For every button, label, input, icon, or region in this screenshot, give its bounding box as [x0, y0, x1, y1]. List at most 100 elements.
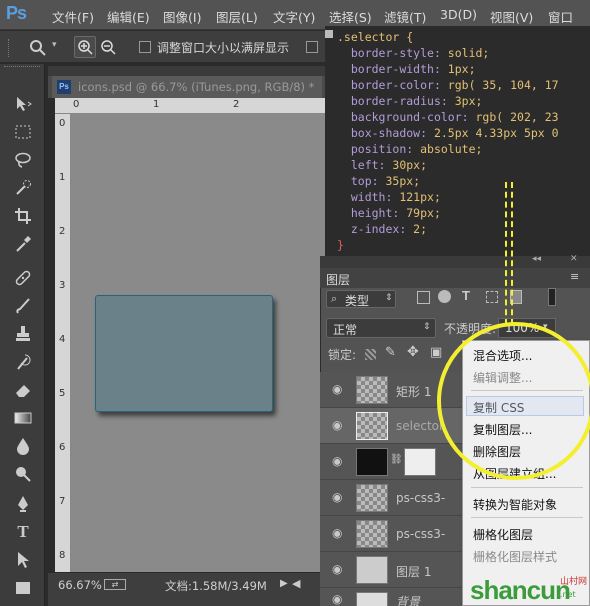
dodge-tool-icon[interactable] — [11, 462, 35, 486]
code-value: 2.5px 4.33px 5px 0 — [433, 126, 559, 140]
visibility-eye-icon[interactable]: ◉ — [332, 592, 342, 606]
dropdown-arrow-icon: ⇕ — [423, 322, 431, 332]
document-tab[interactable]: Ps icons.psd @ 66.7% (iTunes.png, RGB/8)… — [52, 76, 322, 98]
lock-position-icon[interactable]: ✥ — [407, 344, 419, 360]
layer-name: 背景 — [396, 595, 421, 606]
fit-window-label: 调整窗口大小以满屏显示 — [157, 41, 290, 55]
visibility-eye-icon[interactable]: ◉ — [332, 526, 342, 540]
filter-adjustment-icon[interactable] — [438, 290, 451, 303]
zoom-tool-icon[interactable] — [26, 36, 48, 58]
menu-type[interactable]: 文字(Y) — [273, 7, 315, 26]
code-property: border-radius: — [350, 94, 455, 108]
code-line: height: 79px; — [337, 205, 590, 221]
marquee-tool-icon[interactable] — [11, 120, 35, 144]
visibility-eye-icon[interactable]: ◉ — [332, 562, 342, 576]
code-line: background-color: rgb( 202, 23 — [337, 109, 590, 125]
path-selection-tool-icon[interactable] — [11, 548, 35, 572]
menu-view[interactable]: 视图(V) — [490, 7, 533, 26]
code-line: border-radius: 3px; — [337, 93, 590, 109]
panel-menu-icon[interactable]: ≡ — [570, 270, 579, 283]
filter-toggle-icon[interactable] — [548, 288, 556, 306]
visibility-eye-icon[interactable]: ◉ — [332, 454, 342, 468]
brush-tool-icon[interactable] — [11, 294, 35, 318]
clone-stamp-tool-icon[interactable] — [11, 322, 35, 346]
code-value: solid; — [447, 46, 490, 60]
tools-grip[interactable] — [4, 66, 40, 72]
code-property: top: — [350, 174, 386, 188]
code-property: position: — [350, 142, 421, 156]
close-panel-icon[interactable]: ✕ — [570, 254, 578, 264]
history-brush-tool-icon[interactable] — [11, 350, 35, 374]
layer-thumbnail — [356, 556, 388, 584]
watermark-sub: .net — [560, 590, 576, 599]
menu-file[interactable]: 文件(F) — [52, 7, 94, 26]
eraser-tool-icon[interactable] — [11, 378, 35, 402]
menu-3d[interactable]: 3D(D) — [440, 7, 477, 22]
zoom-level[interactable]: 66.67% — [58, 578, 102, 592]
healing-brush-tool-icon[interactable] — [11, 266, 35, 290]
grip-handle[interactable] — [8, 39, 12, 57]
filter-shape-icon[interactable] — [486, 291, 498, 303]
ruler-left[interactable]: 0 1 2 3 4 5 6 7 8 — [55, 114, 71, 572]
tool-preset-dropdown-icon[interactable]: ▾ — [52, 40, 57, 50]
watermark-sub: 山村网 — [560, 577, 588, 587]
menu-filter[interactable]: 滤镜(T) — [384, 7, 426, 26]
menu-window[interactable]: 窗口 — [548, 7, 573, 26]
move-tool-icon[interactable] — [11, 92, 35, 116]
ruler-top-label: 2 — [233, 99, 240, 110]
pen-tool-icon[interactable] — [11, 492, 35, 516]
layer-filter-select[interactable]: ⌕ 类型 ⇕ — [326, 290, 396, 308]
menu-item-rasterize-layer[interactable]: 栅格化图层 — [473, 526, 533, 543]
code-value: rgb( 202, 23 — [475, 110, 559, 124]
visibility-eye-icon[interactable]: ◉ — [332, 490, 342, 504]
lock-pixels-icon[interactable]: ✎ — [385, 345, 396, 360]
blur-tool-icon[interactable] — [11, 434, 35, 458]
code-property: background-color: — [350, 110, 476, 124]
menu-item-rasterize-layer-style: 栅格化图层样式 — [473, 550, 558, 564]
chain-link-icon[interactable]: ⛓ — [390, 454, 403, 465]
layer-name: ps-css3- — [396, 527, 446, 541]
eyedropper-tool-icon[interactable] — [11, 232, 35, 256]
tab-bar-strip — [48, 66, 325, 76]
layer-thumbnail — [356, 448, 388, 476]
menu-image[interactable]: 图像(I) — [163, 7, 201, 26]
fit-window-checkbox[interactable] — [139, 41, 151, 53]
status-icon[interactable]: ⇄ — [104, 579, 126, 590]
blend-mode-select[interactable]: 正常 ⇕ — [326, 318, 436, 338]
crop-tool-icon[interactable] — [11, 204, 35, 228]
menu-layer[interactable]: 图层(L) — [216, 7, 258, 26]
zoom-out-icon[interactable] — [97, 36, 119, 58]
collapse-panel-icon[interactable]: ◂◂ — [532, 254, 541, 264]
ruler-top-label: 1 — [153, 99, 160, 110]
ruler-top-label: 0 — [73, 99, 80, 110]
tab-layers[interactable]: 图层 — [326, 271, 350, 288]
menu-item-convert-smart-object[interactable]: 转换为智能对象 — [473, 496, 557, 513]
layer-thumbnail — [356, 484, 388, 512]
layer-thumbnail — [356, 592, 388, 606]
lock-all-icon[interactable]: ▣ — [430, 345, 442, 360]
menu-select[interactable]: 选择(S) — [329, 7, 372, 26]
document-tab-title: icons.psd @ 66.7% (iTunes.png, RGB/8) * — [78, 80, 315, 94]
tools-panel: T — [0, 64, 45, 606]
lasso-tool-icon[interactable] — [11, 148, 35, 172]
selector-rectangle-shape[interactable] — [95, 295, 273, 412]
blend-mode-value: 正常 — [333, 323, 358, 337]
filter-pixel-icon[interactable] — [417, 291, 430, 304]
zoom-in-icon[interactable] — [74, 36, 96, 58]
type-tool-icon[interactable]: T — [11, 520, 35, 544]
lock-transparency-icon[interactable] — [365, 349, 376, 360]
visibility-eye-icon[interactable]: ◉ — [332, 418, 342, 432]
code-line: top: 35px; — [337, 173, 590, 189]
next-option-checkbox[interactable] — [306, 41, 318, 53]
rectangle-tool-icon[interactable] — [11, 576, 35, 600]
status-scroll-left-icon[interactable]: ◀ — [292, 577, 300, 590]
status-bar: 66.67% ⇄ 文档:1.58M/3.49M ▶ ◀ — [48, 572, 325, 606]
quick-selection-tool-icon[interactable] — [11, 176, 35, 200]
ruler-top[interactable]: 0 1 2 — [55, 98, 325, 114]
gradient-tool-icon[interactable] — [11, 406, 35, 430]
menu-edit[interactable]: 编辑(E) — [107, 7, 150, 26]
status-menu-arrow-icon[interactable]: ▶ — [280, 578, 288, 589]
filter-type-icon[interactable]: T — [462, 288, 470, 303]
visibility-eye-icon[interactable]: ◉ — [332, 382, 342, 396]
code-value: 3px; — [454, 94, 483, 108]
